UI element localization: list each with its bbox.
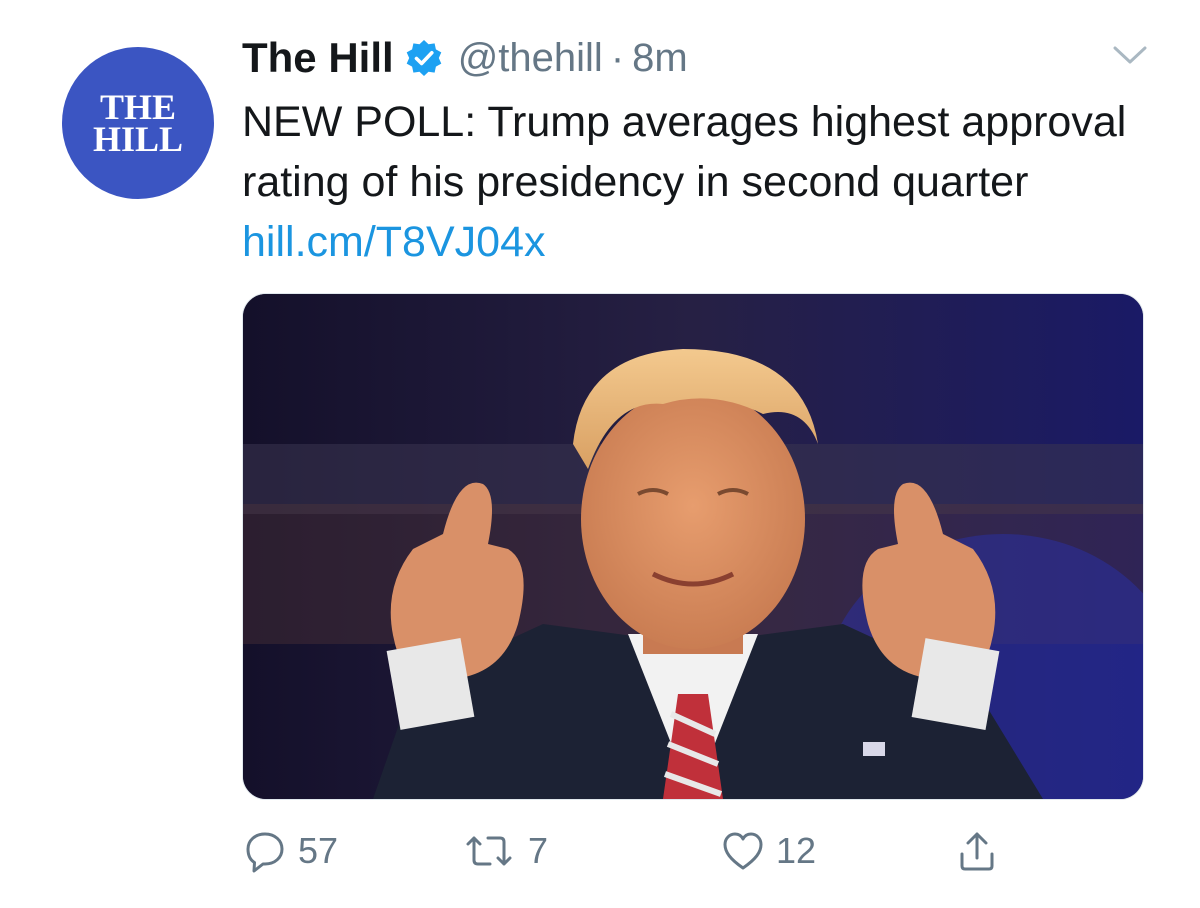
reply-icon — [242, 828, 288, 874]
separator-dot: · — [610, 35, 625, 80]
tweet-text-block: NEW POLL: Trump averages highest approva… — [242, 92, 1172, 272]
tweet[interactable]: THE HILL The Hill @thehill · 8m NEW POLL… — [0, 0, 1200, 908]
verified-badge-icon — [404, 38, 444, 78]
avatar-line-2: HILL — [92, 119, 184, 159]
retweet-icon — [460, 828, 518, 874]
avatar[interactable]: THE HILL — [62, 47, 214, 199]
retweet-button[interactable]: 7 — [460, 826, 548, 876]
handle[interactable]: @thehill — [458, 36, 603, 81]
chevron-down-icon[interactable] — [1110, 42, 1150, 68]
share-button[interactable] — [954, 826, 1000, 876]
media-photo[interactable] — [242, 293, 1144, 800]
heart-icon — [720, 828, 766, 874]
like-button[interactable]: 12 — [720, 826, 816, 876]
tweet-text: NEW POLL: Trump averages highest approva… — [242, 98, 1127, 206]
share-icon — [954, 828, 1000, 874]
display-name[interactable]: The Hill — [242, 34, 394, 82]
tweet-link[interactable]: hill.cm/T8VJ04x — [242, 218, 545, 266]
reply-count: 57 — [298, 830, 339, 871]
tweet-actions: 57 7 12 — [242, 826, 1142, 876]
like-count: 12 — [776, 830, 817, 871]
timestamp[interactable]: 8m — [632, 36, 688, 81]
retweet-count: 7 — [528, 830, 549, 871]
reply-button[interactable]: 57 — [242, 826, 338, 876]
tweet-header: The Hill @thehill · 8m — [242, 32, 688, 84]
